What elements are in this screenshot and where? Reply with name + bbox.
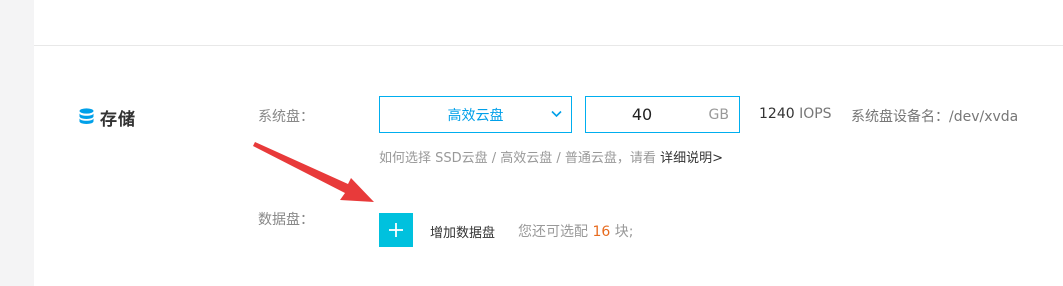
- system-disk-device-name: 系统盘设备名：/dev/xvda: [851, 109, 1019, 125]
- system-disk-size-field: GB: [585, 96, 740, 133]
- system-disk-type-select[interactable]: 高效云盘: [379, 96, 572, 133]
- config-panel: [34, 0, 1063, 286]
- add-data-disk-button[interactable]: [379, 213, 413, 247]
- iops-value: 1240: [759, 106, 795, 122]
- system-disk-type-value: 高效云盘: [447, 107, 504, 124]
- system-disk-size-unit: GB: [708, 107, 729, 123]
- remain-suffix: 块;: [614, 224, 634, 240]
- remain-prefix: 您还可选配: [518, 224, 588, 240]
- system-disk-iops: 1240 IOPS: [759, 106, 832, 122]
- system-disk-label: 系统盘：: [258, 109, 314, 125]
- storage-title: 存储: [100, 109, 136, 130]
- hint-text: 如何选择 SSD云盘 / 高效云盘 / 普通云盘，请看: [379, 151, 661, 166]
- chevron-down-icon: [551, 110, 562, 118]
- iops-unit: IOPS: [799, 106, 832, 122]
- remain-count: 16: [592, 224, 611, 240]
- data-disk-label: 数据盘：: [258, 212, 314, 228]
- remaining-disks-info: 您还可选配 16 块;: [518, 221, 633, 241]
- database-icon: [79, 108, 94, 124]
- details-link[interactable]: 详细说明>: [660, 151, 723, 166]
- add-data-disk-label[interactable]: 增加数据盘: [430, 222, 495, 241]
- system-disk-size-input[interactable]: [586, 97, 698, 132]
- section-divider: [34, 45, 1063, 46]
- disk-type-hint: 如何选择 SSD云盘 / 高效云盘 / 普通云盘，请看 详细说明>: [379, 147, 723, 166]
- plus-icon: [389, 223, 403, 237]
- storage-section-title: 存储: [79, 105, 136, 130]
